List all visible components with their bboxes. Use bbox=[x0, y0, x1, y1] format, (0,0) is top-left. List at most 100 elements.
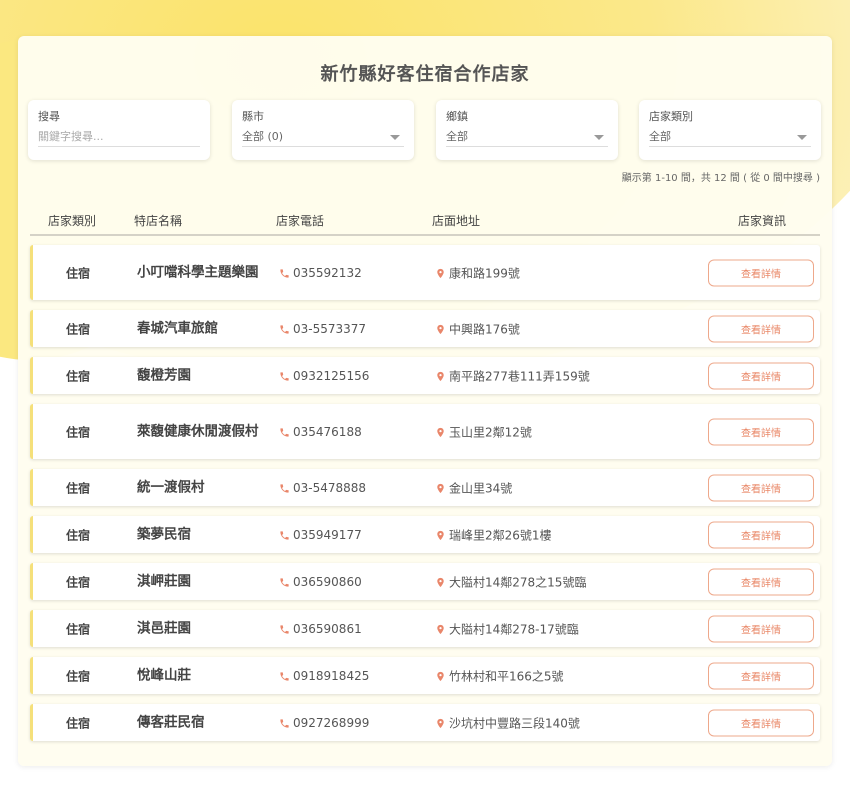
phone-icon bbox=[280, 371, 289, 381]
view-details-button[interactable]: 查看詳情 bbox=[708, 662, 814, 689]
map-pin-icon bbox=[437, 371, 444, 381]
store-type: 住宿 bbox=[66, 425, 91, 439]
table-row: 住宿 傳客莊民宿 0927268999 沙坑村中豐路三段140號 查看詳情 bbox=[30, 704, 820, 741]
view-details-button[interactable]: 查看詳情 bbox=[708, 418, 814, 445]
phone-icon bbox=[280, 268, 289, 278]
caret-down-icon bbox=[797, 135, 807, 140]
store-table-body: 住宿 小叮噹科學主題樂園 035592132 康和路199號 查看詳情 住宿 春… bbox=[30, 245, 820, 751]
table-row: 住宿 統一渡假村 03-5478888 金山里34號 查看詳情 bbox=[30, 469, 820, 506]
map-pin-icon bbox=[437, 324, 444, 334]
phone-icon bbox=[280, 577, 289, 587]
map-pin-icon bbox=[437, 577, 444, 587]
store-name: 春城汽車旅館 bbox=[137, 320, 218, 336]
header-type: 店家類別 bbox=[48, 214, 97, 228]
store-type: 住宿 bbox=[66, 481, 91, 495]
table-row: 住宿 馥橙芳園 0932125156 南平路277巷111弄159號 查看詳情 bbox=[30, 357, 820, 394]
township-value: 全部 bbox=[446, 130, 468, 143]
store-address: 瑞峰里2鄰26號1樓 bbox=[435, 526, 552, 543]
store-name: 淇岬莊園 bbox=[137, 573, 191, 589]
store-type: 住宿 bbox=[66, 669, 91, 683]
view-details-button[interactable]: 查看詳情 bbox=[708, 615, 814, 642]
store-name: 悅峰山莊 bbox=[137, 667, 191, 683]
store-address: 中興路176號 bbox=[435, 320, 520, 337]
table-row: 住宿 春城汽車旅館 03-5573377 中興路176號 查看詳情 bbox=[30, 310, 820, 347]
header-address: 店面地址 bbox=[432, 214, 481, 228]
store-type: 住宿 bbox=[66, 322, 91, 336]
table-row: 住宿 淇邑莊園 036590861 大隘村14鄰278-17號臨 查看詳情 bbox=[30, 610, 820, 647]
store-type: 住宿 bbox=[66, 622, 91, 636]
store-name: 馥橙芳園 bbox=[137, 367, 191, 383]
store-phone: 036590860 bbox=[279, 575, 362, 589]
header-info: 店家資訊 bbox=[738, 214, 787, 228]
store-phone: 03-5573377 bbox=[279, 322, 366, 336]
store-name: 萊馥健康休閒渡假村 bbox=[137, 423, 259, 439]
search-filter: 搜尋 bbox=[28, 100, 210, 160]
store-name: 小叮噹科學主題樂園 bbox=[137, 264, 259, 280]
store-phone: 0927268999 bbox=[279, 716, 369, 730]
store-phone: 0918918425 bbox=[279, 669, 369, 683]
map-pin-icon bbox=[437, 671, 444, 681]
store-name: 傳客莊民宿 bbox=[137, 714, 205, 730]
store-phone: 035949177 bbox=[279, 528, 362, 542]
store-address: 康和路199號 bbox=[435, 264, 520, 281]
store-type: 住宿 bbox=[66, 266, 91, 280]
store-phone: 0932125156 bbox=[279, 369, 369, 383]
store-type: 住宿 bbox=[66, 369, 91, 383]
map-pin-icon bbox=[437, 268, 444, 278]
table-row: 住宿 築夢民宿 035949177 瑞峰里2鄰26號1樓 查看詳情 bbox=[30, 516, 820, 553]
search-input[interactable] bbox=[38, 130, 200, 143]
store-phone: 035592132 bbox=[279, 266, 362, 280]
view-details-button[interactable]: 查看詳情 bbox=[708, 709, 814, 736]
store-address: 大隘村14鄰278之15號臨 bbox=[435, 573, 586, 590]
store-name: 統一渡假村 bbox=[137, 479, 205, 495]
page-title: 新竹縣好客住宿合作店家 bbox=[320, 64, 530, 85]
view-details-button[interactable]: 查看詳情 bbox=[708, 474, 814, 501]
table-row: 住宿 小叮噹科學主題樂園 035592132 康和路199號 查看詳情 bbox=[30, 245, 820, 300]
search-label: 搜尋 bbox=[38, 110, 60, 123]
phone-icon bbox=[280, 427, 289, 437]
county-value: 全部 (0) bbox=[242, 130, 284, 143]
map-pin-icon bbox=[437, 530, 444, 540]
county-label: 縣市 bbox=[242, 110, 264, 123]
header-name: 特店名稱 bbox=[134, 214, 183, 228]
view-details-button[interactable]: 查看詳情 bbox=[708, 521, 814, 548]
store-address: 南平路277巷111弄159號 bbox=[435, 367, 590, 384]
table-row: 住宿 悅峰山莊 0918918425 竹林村和平166之5號 查看詳情 bbox=[30, 657, 820, 694]
phone-icon bbox=[280, 624, 289, 634]
phone-icon bbox=[280, 671, 289, 681]
store-address: 竹林村和平166之5號 bbox=[435, 667, 564, 684]
county-select[interactable]: 縣市 全部 (0) bbox=[232, 100, 414, 160]
store-address: 大隘村14鄰278-17號臨 bbox=[435, 620, 579, 637]
township-label: 鄉鎮 bbox=[446, 110, 468, 123]
map-pin-icon bbox=[437, 483, 444, 493]
store-type: 住宿 bbox=[66, 528, 91, 542]
store-name: 築夢民宿 bbox=[137, 526, 191, 542]
table-row: 住宿 淇岬莊園 036590860 大隘村14鄰278之15號臨 查看詳情 bbox=[30, 563, 820, 600]
category-label: 店家類別 bbox=[649, 110, 693, 123]
view-details-button[interactable]: 查看詳情 bbox=[708, 315, 814, 342]
view-details-button[interactable]: 查看詳情 bbox=[708, 362, 814, 389]
caret-down-icon bbox=[390, 135, 400, 140]
phone-icon bbox=[280, 483, 289, 493]
caret-down-icon bbox=[594, 135, 604, 140]
store-phone: 036590861 bbox=[279, 622, 362, 636]
store-list-card: 新竹縣好客住宿合作店家 搜尋 縣市 全部 (0) 鄉鎮 全部 店家類別 全部 顯… bbox=[18, 36, 832, 766]
results-summary: 顯示第 1-10 間，共 12 間 ( 從 0 間中搜尋 ) bbox=[621, 173, 820, 184]
store-name: 淇邑莊園 bbox=[137, 620, 191, 636]
township-select[interactable]: 鄉鎮 全部 bbox=[436, 100, 618, 160]
map-pin-icon bbox=[437, 624, 444, 634]
store-type: 住宿 bbox=[66, 716, 91, 730]
store-address: 沙坑村中豐路三段140號 bbox=[435, 714, 580, 731]
phone-icon bbox=[280, 530, 289, 540]
store-phone: 03-5478888 bbox=[279, 481, 366, 495]
phone-icon bbox=[280, 324, 289, 334]
store-type: 住宿 bbox=[66, 575, 91, 589]
store-address: 玉山里2鄰12號 bbox=[435, 423, 532, 440]
table-row: 住宿 萊馥健康休閒渡假村 035476188 玉山里2鄰12號 查看詳情 bbox=[30, 404, 820, 459]
store-phone: 035476188 bbox=[279, 425, 362, 439]
category-select[interactable]: 店家類別 全部 bbox=[639, 100, 821, 160]
view-details-button[interactable]: 查看詳情 bbox=[708, 568, 814, 595]
view-details-button[interactable]: 查看詳情 bbox=[708, 259, 814, 286]
header-phone: 店家電話 bbox=[276, 214, 325, 228]
table-header: 店家類別 特店名稱 店家電話 店面地址 店家資訊 bbox=[30, 204, 820, 236]
